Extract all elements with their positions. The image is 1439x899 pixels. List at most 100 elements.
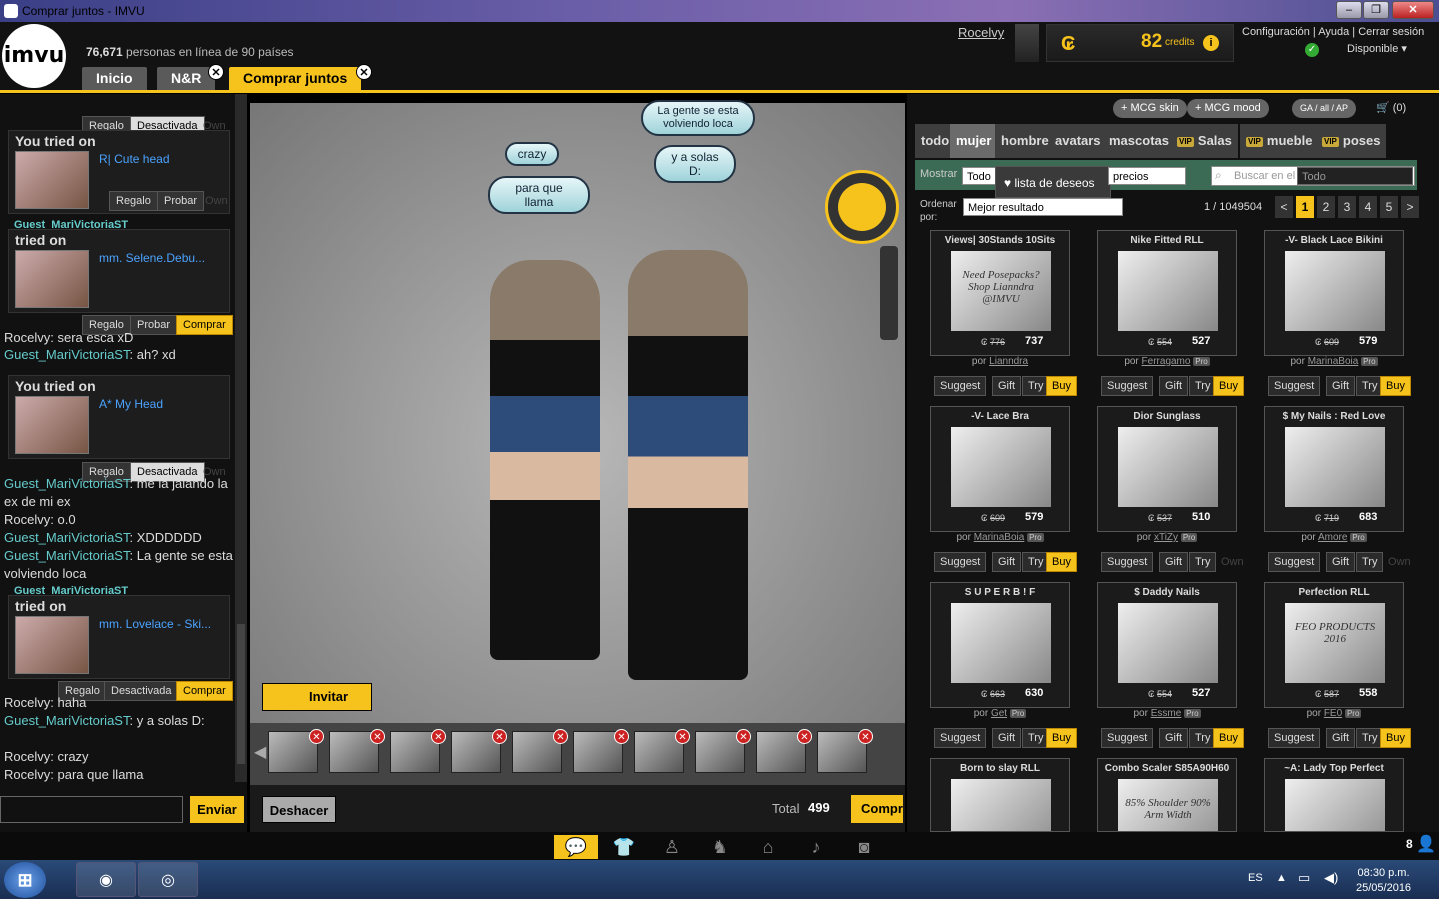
status-selector[interactable]: ✓ Disponible ▾ [1305, 42, 1407, 57]
rating-filter[interactable]: GA / all / AP [1292, 99, 1357, 118]
tab-comprar-close-icon[interactable]: ✕ [356, 64, 372, 80]
chat-scrollbar[interactable] [235, 94, 247, 782]
suggest-button[interactable]: Suggest [1268, 376, 1321, 396]
product-title[interactable]: $ Daddy Nails [1098, 587, 1236, 598]
scroll-thumb[interactable] [237, 624, 245, 764]
gift-button[interactable]: Gift [992, 552, 1022, 572]
product-card[interactable]: Born to slay RLL [930, 758, 1070, 832]
gift-button[interactable]: Gift [1159, 552, 1189, 572]
chat-user[interactable]: Guest_MariVictoriaST [4, 476, 129, 491]
chat-user[interactable]: Rocelvy [4, 767, 50, 782]
camera-icon[interactable]: ◙ [842, 835, 886, 859]
author-link[interactable]: MarinaBoia [974, 532, 1025, 543]
user-avatar[interactable] [1015, 24, 1039, 62]
item-name[interactable]: mm. Selene.Debu... [99, 251, 205, 265]
product-card[interactable]: $ Daddy Nails ₢ 554 527 [1097, 582, 1237, 708]
buy-button[interactable]: Buy [1046, 728, 1077, 748]
chat-user[interactable]: Rocelvy [4, 330, 50, 345]
chat-user[interactable]: Rocelvy [4, 695, 50, 710]
chat-user[interactable]: Rocelvy [4, 749, 50, 764]
remove-icon[interactable]: ✕ [736, 729, 751, 744]
product-image[interactable] [1285, 427, 1385, 507]
start-button[interactable]: ⊞ [4, 862, 46, 898]
minimize-button[interactable]: – [1336, 1, 1362, 19]
show-select[interactable]: Todo [962, 167, 996, 185]
page-2-button[interactable]: 2 [1317, 196, 1335, 218]
product-title[interactable]: Combo Scaler S85A90H60 [1098, 763, 1236, 774]
page-1-button[interactable]: 1 [1296, 196, 1314, 218]
item-thumbnail[interactable] [15, 250, 89, 308]
category-avatars[interactable]: avatars [1049, 124, 1107, 158]
tab-inicio[interactable]: Inicio [82, 67, 147, 90]
cart[interactable]: 🛒 (0) [1376, 101, 1406, 114]
buy-button[interactable]: Buy [1213, 376, 1244, 396]
try-button[interactable]: Try [1189, 552, 1217, 572]
product-card[interactable]: Views| 30Stands 10Sits Need Posepacks? Sh… [930, 230, 1070, 356]
product-card[interactable]: ~A: Lady Top Perfect [1264, 758, 1404, 832]
imvu-logo[interactable]: imvu [2, 24, 66, 88]
tab-nr[interactable]: N&R [157, 67, 216, 90]
product-image[interactable] [951, 427, 1051, 507]
send-button[interactable]: Enviar [190, 796, 244, 823]
product-title[interactable]: -V- Lace Bra [931, 411, 1069, 422]
tab-nr-close-icon[interactable]: ✕ [208, 64, 224, 80]
product-title[interactable]: Born to slay RLL [931, 763, 1069, 774]
product-image[interactable] [1285, 251, 1385, 331]
item-name[interactable]: mm. Lovelace - Ski... [99, 617, 211, 631]
home-icon[interactable]: ⌂ [746, 835, 790, 859]
undo-button[interactable]: Deshacer [262, 796, 336, 823]
author-link[interactable]: Ferragamo [1142, 356, 1191, 367]
product-title[interactable]: -V- Black Lace Bikini [1265, 235, 1403, 246]
suggest-button[interactable]: Suggest [1101, 728, 1154, 748]
suggest-button[interactable]: Suggest [934, 376, 987, 396]
invite-button[interactable]: Invitar [262, 683, 372, 711]
avatar-icon[interactable]: ♙ [650, 835, 694, 859]
product-image[interactable] [951, 779, 1051, 831]
item-thumbnail[interactable] [15, 151, 89, 209]
product-image[interactable]: Need Posepacks? Shop Lianndra @IMVU [951, 251, 1051, 331]
chat-user[interactable]: Guest_MariVictoriaST [4, 713, 129, 728]
product-image[interactable]: FEO PRODUCTS 2016 [1285, 603, 1385, 683]
suggest-button[interactable]: Suggest [1101, 552, 1154, 572]
strip-left-arrow-icon[interactable]: ◀ [254, 742, 266, 762]
item-name[interactable]: R| Cute head [99, 152, 170, 166]
product-title[interactable]: $ My Nails : Red Love [1265, 411, 1403, 422]
suggest-button[interactable]: Suggest [1268, 728, 1321, 748]
category-salas[interactable]: VIP Salas [1171, 124, 1238, 158]
price-select[interactable]: precios [1108, 167, 1186, 185]
credits-box[interactable]: ₢ 82 credits i [1046, 24, 1234, 62]
product-title[interactable]: S U P E R B ! F [931, 587, 1069, 598]
remove-icon[interactable]: ✕ [370, 729, 385, 744]
remove-icon[interactable]: ✕ [431, 729, 446, 744]
buy-all-button[interactable]: Comprar [851, 795, 903, 823]
mcg-skin-button[interactable]: + MCG skin [1113, 99, 1187, 118]
tray-up-icon[interactable]: ▲ [1276, 872, 1287, 884]
category-poses[interactable]: VIP poses [1316, 124, 1387, 158]
gift-button[interactable]: Gift [1159, 728, 1189, 748]
item-thumbnail[interactable] [15, 616, 89, 674]
buy-button[interactable]: Buy [1046, 376, 1077, 396]
volume-icon[interactable]: ◀) [1324, 870, 1338, 886]
pet-icon[interactable]: ♞ [698, 835, 742, 859]
product-card[interactable]: $ My Nails : Red Love ₢ 719 683 [1264, 406, 1404, 532]
chat-user[interactable]: Rocelvy [4, 512, 50, 527]
product-title[interactable]: Nike Fitted RLL [1098, 235, 1236, 246]
gift-button[interactable]: Gift [1326, 376, 1356, 396]
product-card[interactable]: Combo Scaler S85A90H60 85% Shoulder 90% A… [1097, 758, 1237, 832]
author-link[interactable]: Essme [1151, 708, 1182, 719]
close-window-button[interactable]: ✕ [1392, 1, 1434, 19]
gift-button[interactable]: Gift [992, 376, 1022, 396]
product-image[interactable] [951, 603, 1051, 683]
shirt-icon[interactable]: 👕 [602, 835, 646, 859]
username-link[interactable]: Rocelvy [958, 25, 1004, 40]
product-card[interactable]: S U P E R B ! F ₢ 663 630 [930, 582, 1070, 708]
product-image[interactable] [1118, 427, 1218, 507]
language-indicator[interactable]: ES [1248, 872, 1263, 884]
prev-page-button[interactable]: < [1275, 196, 1293, 218]
product-image[interactable]: 85% Shoulder 90% Arm Width [1118, 779, 1218, 831]
category-mueble[interactable]: VIP mueble [1240, 124, 1319, 158]
imvu-task-icon[interactable]: ◎ [138, 862, 198, 897]
author-link[interactable]: Get [991, 708, 1007, 719]
clock[interactable]: 08:30 p.m. 25/05/2016 [1356, 866, 1411, 896]
order-select[interactable]: Mejor resultado [963, 198, 1123, 216]
